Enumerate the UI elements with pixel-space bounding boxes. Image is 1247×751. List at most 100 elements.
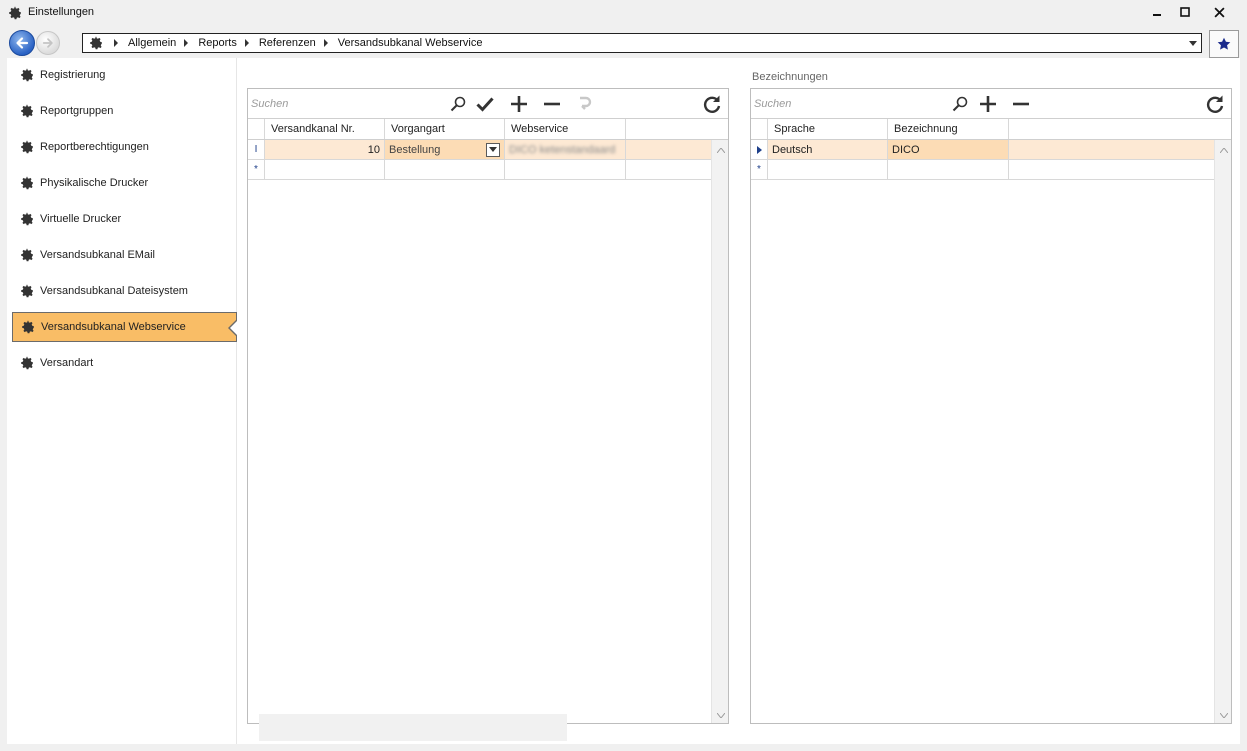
sidebar-item-registrierung[interactable]: Registrierung [12,60,237,90]
close-button[interactable] [1205,2,1233,22]
chevron-down-icon[interactable] [486,142,500,157]
chevron-up-icon[interactable] [712,142,729,158]
search-icon[interactable] [949,93,971,115]
grid-header: Versandkanal Nr. Vorgangart Webservice [248,119,728,140]
status-area [259,714,567,741]
column-header[interactable]: Vorgangart [385,119,505,139]
sidebar-item-label: Registrierung [40,69,106,81]
chevron-right-icon[interactable] [180,39,192,47]
chevron-up-icon[interactable] [1215,142,1232,158]
row-indicator: I [248,140,265,159]
vertical-scrollbar[interactable] [1214,140,1231,723]
sidebar-item-versandart[interactable]: Versandart [12,348,237,378]
forward-button[interactable] [36,31,60,55]
column-header[interactable]: Bezeichnung [888,119,1009,139]
close-icon [1213,6,1225,18]
sidebar-item-virtuelle-drucker[interactable]: Virtuelle Drucker [12,204,237,234]
table-cell[interactable]: DICO [888,140,1009,159]
table-cell[interactable] [505,160,626,179]
selection-arrow-fill [230,321,237,335]
table-row[interactable]: I 10 Bestellung DICO ketenstandaard [248,140,711,160]
main-content: Registrierung Reportgruppen Reportberech… [7,58,1240,744]
refresh-icon[interactable] [701,93,723,115]
checkmark-icon[interactable] [474,93,496,115]
table-cell[interactable]: DICO ketenstandaard [505,140,626,159]
bezeichnungen-grid-panel: Suchen Sprache Bezeichnung Deutsch DICO … [750,88,1232,724]
new-row[interactable]: * [248,160,711,180]
gear-icon [20,212,34,226]
table-cell[interactable] [888,160,1009,179]
minus-icon[interactable] [1010,93,1032,115]
gear-icon [20,140,34,154]
gear-icon [21,320,35,334]
breadcrumb-item[interactable]: Versandsubkanal Webservice [338,37,483,49]
search-input[interactable]: Suchen [751,89,973,118]
gear-icon [20,284,34,298]
chevron-down-icon[interactable] [712,707,729,723]
favorite-button[interactable] [1209,30,1239,58]
back-button[interactable] [9,30,35,56]
star-icon [1217,37,1231,50]
sidebar-item-reportgruppen[interactable]: Reportgruppen [12,96,237,126]
gear-icon [20,68,34,82]
plus-icon[interactable] [977,93,999,115]
chevron-down-icon[interactable] [1215,707,1232,723]
breadcrumb-item[interactable]: Allgemein [128,37,176,49]
chevron-right-icon[interactable] [320,39,332,47]
sidebar-item-versandsubkanal-webservice[interactable]: Versandsubkanal Webservice [12,312,237,342]
minus-icon[interactable] [541,93,563,115]
current-row-indicator [751,140,768,159]
vorgangart-combobox[interactable]: Bestellung [385,140,505,159]
navigation-bar: Allgemein Reports Referenzen Versandsubk… [0,28,1247,58]
search-icon[interactable] [447,93,469,115]
arrow-right-icon [42,38,53,48]
window-title: Einstellungen [28,6,95,18]
gear-icon [20,248,34,262]
minimize-button[interactable] [1143,2,1171,22]
sidebar-item-versandsubkanal-dateisystem[interactable]: Versandsubkanal Dateisystem [12,276,237,306]
breadcrumb-item[interactable]: Referenzen [259,37,316,49]
maximize-button[interactable] [1171,2,1199,22]
grid-toolbar: Suchen [248,89,728,119]
row-indicator-header [248,119,265,139]
sidebar-item-label: Versandsubkanal Dateisystem [40,285,188,297]
versandkanal-grid-panel: Suchen Versandkanal Nr. Vorgangart Webse… [247,88,729,724]
breadcrumb[interactable]: Allgemein Reports Referenzen Versandsubk… [82,33,1202,53]
chevron-right-icon[interactable] [110,39,122,47]
minimize-icon [1153,14,1161,16]
gear-icon [8,6,22,20]
combobox-value: Bestellung [389,143,441,156]
column-header[interactable]: Versandkanal Nr. [265,119,385,139]
grid-toolbar: Suchen [751,89,1231,119]
new-row-indicator: * [248,160,265,179]
arrow-left-icon [16,37,29,49]
refresh-icon[interactable] [1204,93,1226,115]
sidebar-item-label: Physikalische Drucker [40,177,149,189]
chevron-right-icon[interactable] [241,39,253,47]
table-cell[interactable] [385,160,505,179]
sidebar: Registrierung Reportgruppen Reportberech… [7,58,237,744]
new-row[interactable]: * [751,160,1214,180]
column-header[interactable]: Webservice [505,119,626,139]
search-input[interactable]: Suchen [248,89,470,118]
grid-header: Sprache Bezeichnung [751,119,1231,140]
table-row[interactable]: Deutsch DICO [751,140,1214,160]
sidebar-item-reportberechtigungen[interactable]: Reportberechtigungen [12,132,237,162]
sidebar-item-versandsubkanal-email[interactable]: Versandsubkanal EMail [12,240,237,270]
table-cell[interactable] [768,160,888,179]
table-cell[interactable]: Deutsch [768,140,888,159]
sidebar-item-label: Virtuelle Drucker [40,213,122,225]
breadcrumb-item[interactable]: Reports [198,37,237,49]
chevron-down-icon[interactable] [1187,37,1199,49]
gear-icon [20,104,34,118]
table-cell[interactable]: 10 [265,140,385,159]
undo-icon[interactable] [574,93,596,115]
column-header[interactable]: Sprache [768,119,888,139]
sidebar-item-label: Versandsubkanal EMail [40,249,155,261]
gear-icon[interactable] [86,35,106,51]
search-placeholder: Suchen [251,97,289,110]
sidebar-item-physikalische-drucker[interactable]: Physikalische Drucker [12,168,237,198]
plus-icon[interactable] [508,93,530,115]
vertical-scrollbar[interactable] [711,140,728,723]
table-cell[interactable] [265,160,385,179]
